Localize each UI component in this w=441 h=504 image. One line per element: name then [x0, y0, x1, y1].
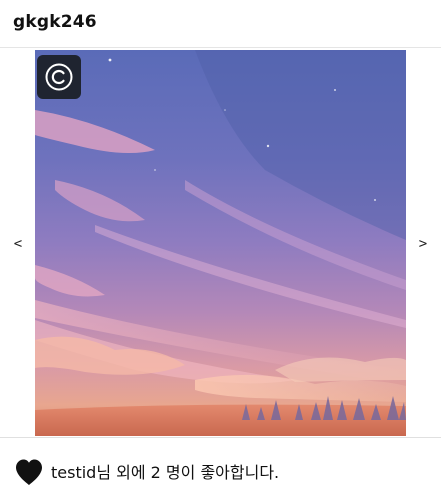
copyright-icon — [37, 55, 81, 99]
post-author-username[interactable]: gkgk246 — [13, 12, 97, 32]
image-carousel: < > — [0, 48, 441, 438]
post-image — [35, 50, 406, 436]
previous-image-button[interactable]: < — [8, 232, 28, 256]
post-footer: testid님 외에 2 명이 좋아합니다. — [0, 437, 441, 504]
likes-summary: testid님 외에 2 명이 좋아합니다. — [51, 459, 279, 483]
heart-icon[interactable] — [14, 458, 44, 486]
post-header: gkgk246 — [0, 0, 441, 48]
likes-suffix: 님 외에 2 명이 좋아합니다. — [96, 463, 280, 482]
liker-username[interactable]: testid — [51, 463, 96, 482]
next-image-button[interactable]: > — [413, 232, 433, 256]
